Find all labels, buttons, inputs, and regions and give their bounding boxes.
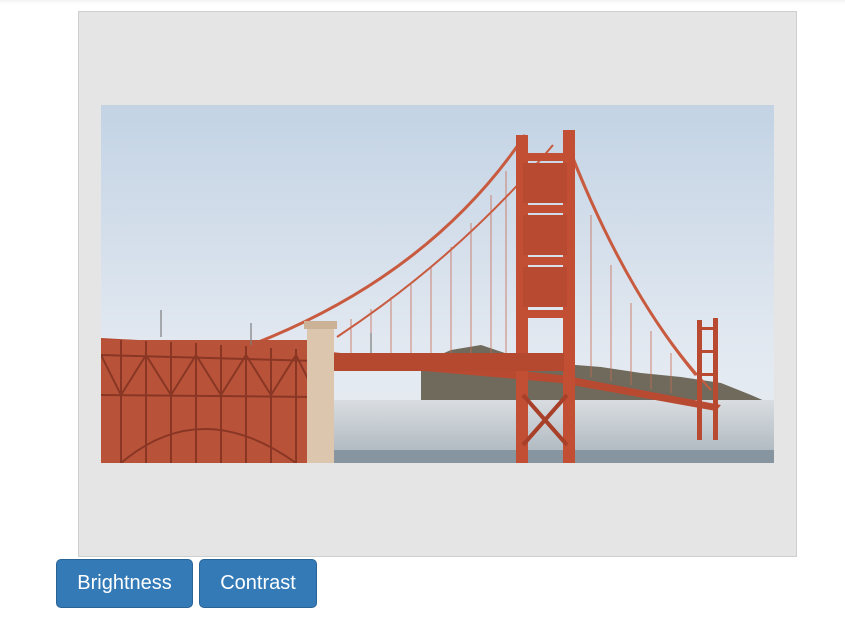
bridge-photo xyxy=(101,105,774,463)
pier-cap xyxy=(304,321,337,329)
pier xyxy=(307,325,334,463)
contrast-button[interactable]: Contrast xyxy=(199,559,317,608)
image-canvas xyxy=(78,11,797,557)
water xyxy=(331,450,774,463)
deck-span xyxy=(334,353,564,371)
top-divider xyxy=(0,0,845,4)
brightness-button[interactable]: Brightness xyxy=(56,559,193,608)
toolbar: Brightness Contrast xyxy=(56,559,317,608)
